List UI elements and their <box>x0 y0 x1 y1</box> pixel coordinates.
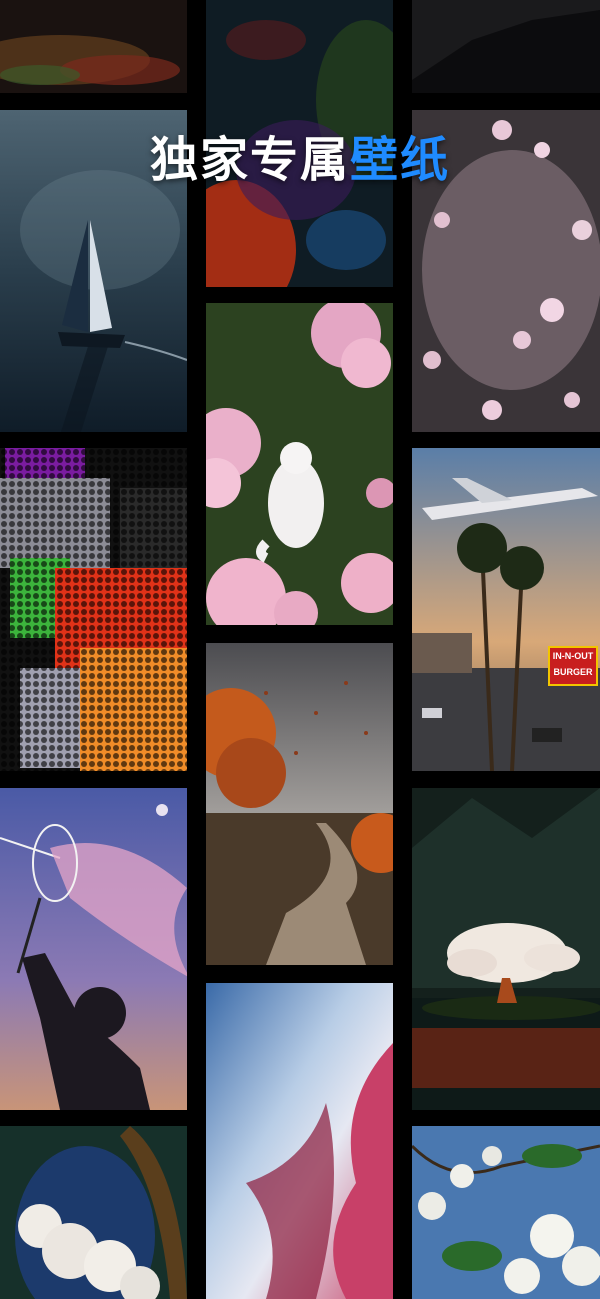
wallpaper-white-cat-blossoms[interactable] <box>206 303 393 625</box>
wallpaper-clouds-arch[interactable] <box>0 1126 187 1299</box>
wallpaper-autumn-road[interactable] <box>206 643 393 965</box>
wallpaper-colorful-abstract-top[interactable] <box>0 0 187 93</box>
title-accent: 壁纸 <box>350 132 451 188</box>
wallpaper-pixel-dot-art[interactable] <box>0 448 187 771</box>
page-title: 独家专属壁纸 <box>0 120 600 190</box>
in-n-out-sign: IN-N-OUT BURGER <box>548 646 598 686</box>
wallpaper-paint-strokes[interactable] <box>206 983 393 1299</box>
wallpaper-glowing-tree-lake[interactable] <box>412 788 600 1110</box>
wallpaper-white-flowers[interactable] <box>412 1126 600 1299</box>
wallpaper-airplane-street[interactable] <box>412 448 600 771</box>
wallpaper-dark-mountain[interactable] <box>412 0 600 93</box>
title-main: 独家专属 <box>149 132 350 188</box>
wallpaper-dreamy-bubble-net[interactable] <box>0 788 187 1110</box>
